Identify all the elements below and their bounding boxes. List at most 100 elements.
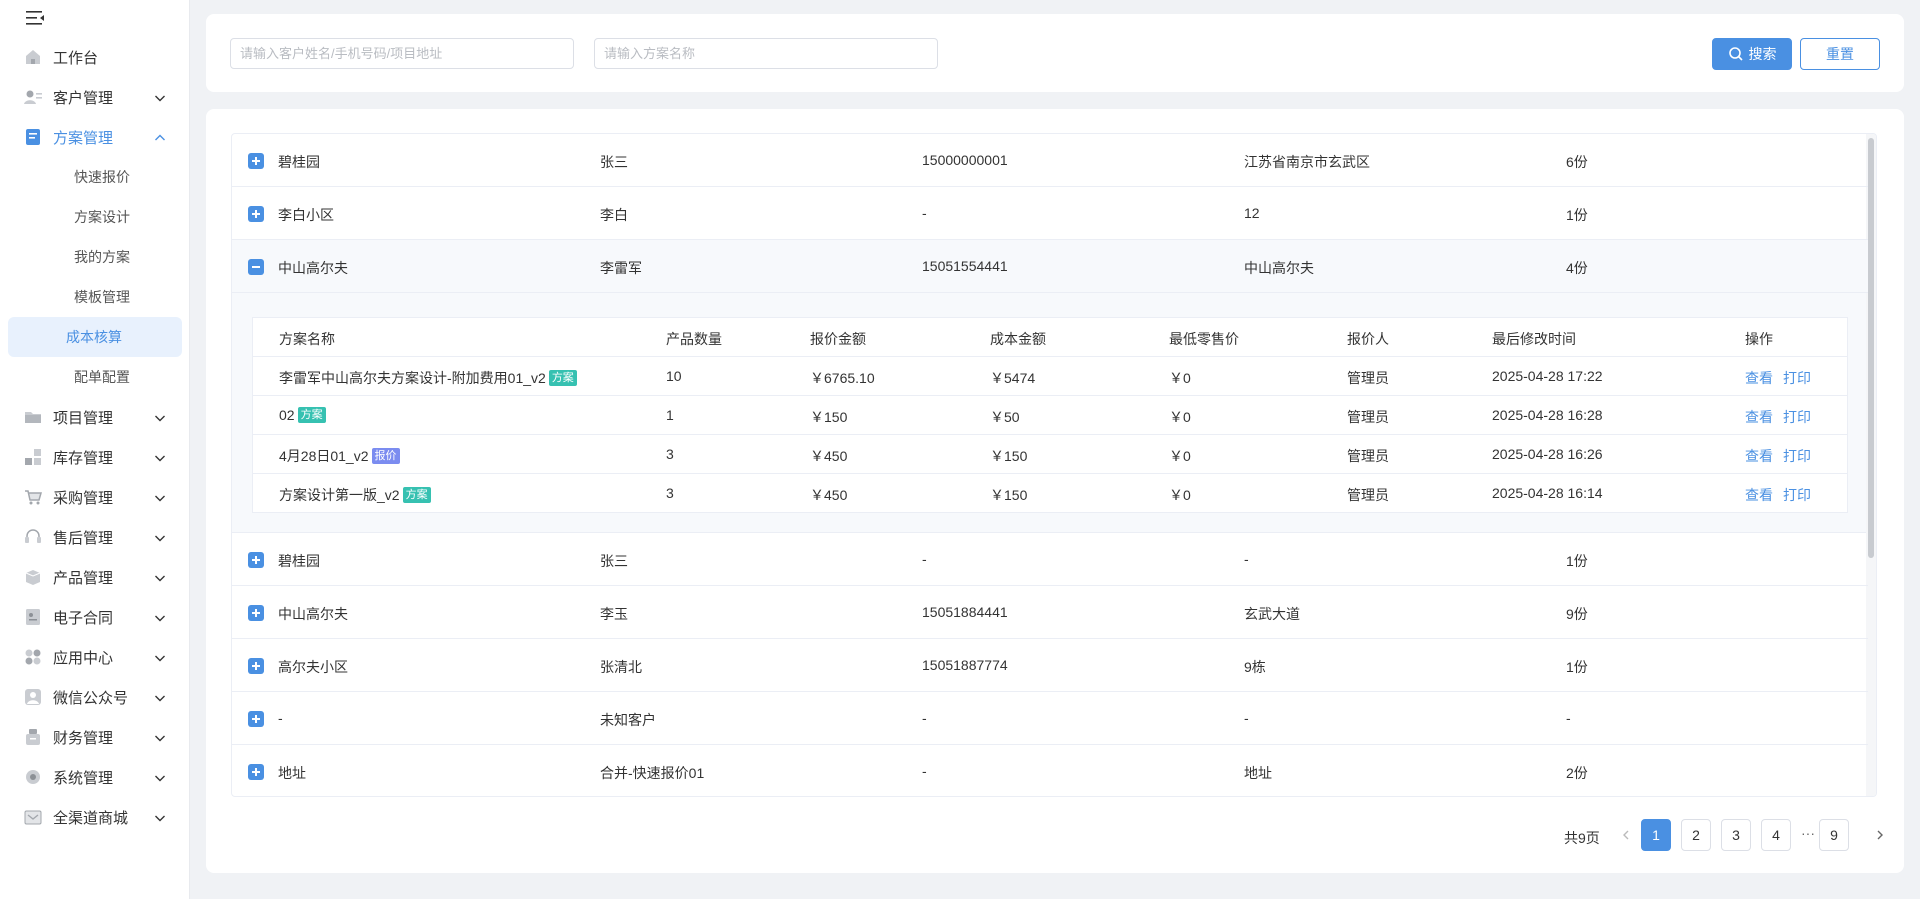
chevron-up-icon xyxy=(154,131,166,143)
table-row[interactable]: 高尔夫小区 张清北 15051887774 9栋 1份 xyxy=(232,639,1868,692)
mall-icon xyxy=(24,808,42,826)
sidebar-item-4[interactable]: 库存管理 xyxy=(0,437,190,477)
page-button[interactable]: 3 xyxy=(1721,819,1751,851)
expand-row-icon[interactable] xyxy=(248,206,264,222)
chevron-down-icon xyxy=(154,411,166,423)
plan-name: 方案设计第一版_v2 xyxy=(279,487,400,503)
view-link[interactable]: 查看 xyxy=(1745,446,1773,466)
submenu-item-4[interactable]: 成本核算 xyxy=(8,317,182,357)
column-header: 最低零售价 xyxy=(1169,331,1239,347)
customer-name: 张三 xyxy=(600,553,628,569)
sidebar-item-11[interactable]: 财务管理 xyxy=(0,717,190,757)
sidebar-item-label: 项目管理 xyxy=(53,409,114,427)
table-row[interactable]: 中山高尔夫 李雷军 15051554441 中山高尔夫 4份 xyxy=(232,240,1868,293)
submenu-item-1[interactable]: 方案设计 xyxy=(8,197,182,237)
scrollbar-thumb[interactable] xyxy=(1868,138,1874,558)
table-row[interactable]: 碧桂园 张三 15000000001 江苏省南京市玄武区 6份 xyxy=(232,134,1868,187)
table-row[interactable]: 碧桂园 张三 - - 1份 xyxy=(232,533,1868,586)
project-address: 12 xyxy=(1244,205,1260,221)
customer-name: 未知客户 xyxy=(600,712,656,728)
sidebar-item-2[interactable]: 方案管理 xyxy=(0,117,190,157)
page-button[interactable]: 4 xyxy=(1761,819,1791,851)
chevron-down-icon xyxy=(154,531,166,543)
reset-button[interactable]: 重置 xyxy=(1800,38,1880,70)
sidebar-item-label: 方案管理 xyxy=(53,129,114,147)
product-icon xyxy=(24,568,42,586)
page-button[interactable]: 1 xyxy=(1641,819,1671,851)
min-retail-price: ￥0 xyxy=(1169,448,1191,464)
table-row[interactable]: 中山高尔夫 李玉 15051884441 玄武大道 9份 xyxy=(232,586,1868,639)
sidebar-item-5[interactable]: 采购管理 xyxy=(0,477,190,517)
next-page-button[interactable] xyxy=(1870,819,1890,851)
plan-name-input[interactable] xyxy=(594,38,938,69)
chevron-down-icon xyxy=(154,811,166,823)
row-actions: 查看 打印 xyxy=(1745,485,1821,505)
plan-icon xyxy=(24,128,42,146)
plan-row: 02 方案 1 ￥150 ￥50 ￥0 管理员 2025-04-28 16:28 查看 打印 xyxy=(253,396,1847,435)
sidebar-item-6[interactable]: 售后管理 xyxy=(0,517,190,557)
view-link[interactable]: 查看 xyxy=(1745,485,1773,505)
project-name: 中山高尔夫 xyxy=(278,606,348,622)
sidebar-item-10[interactable]: 微信公众号 xyxy=(0,677,190,717)
table-row[interactable]: 地址 合并-快速报价01 - 地址 2份 xyxy=(232,745,1868,796)
plan-name-cell: 李雷军中山高尔夫方案设计-附加费用01_v2 方案 xyxy=(279,368,577,388)
page-button[interactable]: 2 xyxy=(1681,819,1711,851)
sidebar-item-0[interactable]: 工作台 xyxy=(0,37,190,77)
print-link[interactable]: 打印 xyxy=(1783,368,1811,388)
submenu-item-5[interactable]: 配单配置 xyxy=(8,357,182,397)
menu-collapse-icon[interactable] xyxy=(24,8,46,28)
expand-row-icon[interactable] xyxy=(248,605,264,621)
sidebar-item-label: 产品管理 xyxy=(53,569,114,587)
submenu-item-3[interactable]: 模板管理 xyxy=(8,277,182,317)
page-button[interactable]: 9 xyxy=(1819,819,1849,851)
phone-number: 15051887774 xyxy=(922,657,1008,673)
phone-number: - xyxy=(922,205,927,221)
sidebar-item-3[interactable]: 项目管理 xyxy=(0,397,190,437)
customer-name: 李白 xyxy=(600,207,628,223)
quoter: 管理员 xyxy=(1347,448,1389,464)
sidebar-item-8[interactable]: 电子合同 xyxy=(0,597,190,637)
submenu-item-2[interactable]: 我的方案 xyxy=(8,237,182,277)
collapse-row-icon[interactable] xyxy=(248,259,264,275)
min-retail-price: ￥0 xyxy=(1169,370,1191,386)
project-address: - xyxy=(1244,551,1249,567)
project-address: - xyxy=(1244,710,1249,726)
table-row[interactable]: 李白小区 李白 - 12 1份 xyxy=(232,187,1868,240)
search-button[interactable]: 搜索 xyxy=(1712,38,1792,70)
sidebar-item-label: 应用中心 xyxy=(53,649,114,667)
chevron-down-icon xyxy=(154,451,166,463)
expand-row-icon[interactable] xyxy=(248,153,264,169)
view-link[interactable]: 查看 xyxy=(1745,368,1773,388)
table-row[interactable]: - 未知客户 - - - xyxy=(232,692,1868,745)
sidebar-item-9[interactable]: 应用中心 xyxy=(0,637,190,677)
expand-row-icon[interactable] xyxy=(248,552,264,568)
plan-name-cell: 方案设计第一版_v2 方案 xyxy=(279,485,431,505)
sidebar-item-label: 系统管理 xyxy=(53,769,114,787)
print-link[interactable]: 打印 xyxy=(1783,407,1811,427)
quote-amount: ￥6765.10 xyxy=(810,370,875,386)
print-link[interactable]: 打印 xyxy=(1783,446,1811,466)
phone-number: 15000000001 xyxy=(922,152,1008,168)
expand-row-icon[interactable] xyxy=(248,764,264,780)
quoter: 管理员 xyxy=(1347,487,1389,503)
sidebar-item-1[interactable]: 客户管理 xyxy=(0,77,190,117)
submenu-item-0[interactable]: 快速报价 xyxy=(8,157,182,197)
project-name: 高尔夫小区 xyxy=(278,659,348,675)
prev-page-button[interactable] xyxy=(1616,819,1636,851)
view-link[interactable]: 查看 xyxy=(1745,407,1773,427)
phone-number: 15051884441 xyxy=(922,604,1008,620)
sidebar: 工作台客户管理方案管理快速报价 方案设计 我的方案 模板管理 成本核算 配单配置项目管理库… xyxy=(0,0,190,899)
project-name: 李白小区 xyxy=(278,207,334,223)
sidebar-item-12[interactable]: 系统管理 xyxy=(0,757,190,797)
plan-count: 9份 xyxy=(1566,606,1588,622)
project-name: 地址 xyxy=(278,765,306,781)
expand-row-icon[interactable] xyxy=(248,711,264,727)
project-name: - xyxy=(278,710,283,726)
sidebar-item-7[interactable]: 产品管理 xyxy=(0,557,190,597)
print-link[interactable]: 打印 xyxy=(1783,485,1811,505)
sidebar-item-13[interactable]: 全渠道商城 xyxy=(0,797,190,837)
sidebar-item-label: 工作台 xyxy=(53,49,99,67)
expand-row-icon[interactable] xyxy=(248,658,264,674)
customer-search-input[interactable] xyxy=(230,38,574,69)
plan-count: 1份 xyxy=(1566,553,1588,569)
